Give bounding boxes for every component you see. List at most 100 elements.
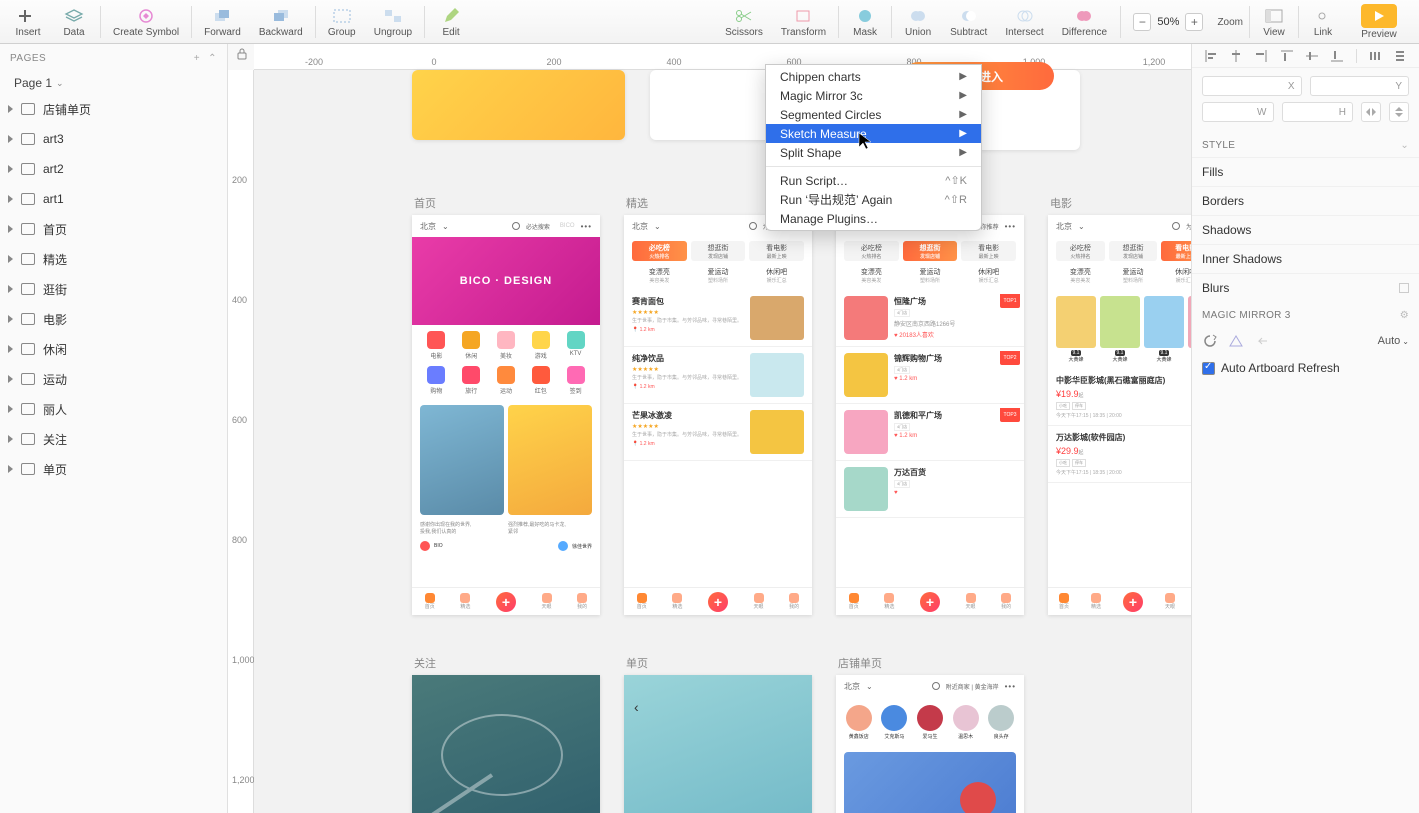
scissors-button[interactable]: Scissors xyxy=(717,2,771,42)
artboard-label[interactable]: 单页 xyxy=(626,655,648,671)
magic-mirror-section: MAGIC MIRROR 3⚙ xyxy=(1192,302,1419,327)
add-page-icon[interactable]: + xyxy=(194,53,200,64)
group-button[interactable]: Group xyxy=(320,2,364,42)
menu-item[interactable]: Split Shape▶ xyxy=(766,143,981,162)
menu-item[interactable]: Sketch Measure▶ xyxy=(766,124,981,143)
layer-item[interactable]: 店铺单页 xyxy=(0,94,227,124)
flip-v-icon[interactable] xyxy=(1389,102,1409,122)
inner-shadows-row[interactable]: Inner Shadows xyxy=(1192,244,1419,273)
x-field[interactable]: X xyxy=(1202,76,1302,96)
menu-item[interactable]: Run Script…^⇧K xyxy=(766,171,981,190)
canvas-area[interactable]: -20002004006008001,0001,200 200400600800… xyxy=(228,44,1191,813)
scissors-icon xyxy=(735,9,753,23)
layer-item[interactable]: 单页 xyxy=(0,454,227,484)
layer-item[interactable]: 精选 xyxy=(0,244,227,274)
view-button[interactable]: View xyxy=(1252,2,1296,42)
artboard-movie[interactable]: 北京⌄为你推荐 必吃榜火热排名想逛街发现店铺看电影最新上映 变漂亮美容美发爱运动… xyxy=(1048,215,1191,615)
layer-item[interactable]: 休闲 xyxy=(0,334,227,364)
artboard-label[interactable]: 关注 xyxy=(414,655,436,671)
layer-item[interactable]: 首页 xyxy=(0,214,227,244)
zoom-in-button[interactable]: + xyxy=(1185,13,1203,31)
plugins-menu: Chippen charts▶Magic Mirror 3c▶Segmented… xyxy=(765,64,982,231)
layer-item[interactable]: 电影 xyxy=(0,304,227,334)
zoom-out-button[interactable]: − xyxy=(1133,13,1151,31)
artboard-shop[interactable]: 北京⌄附近商家 | 黄金海岸••• 黄鑫饭店 艾克斯马 爱马生 温思木 良头存 xyxy=(836,675,1024,813)
view-icon xyxy=(1265,9,1283,23)
align-right-icon[interactable] xyxy=(1254,49,1268,63)
link-button[interactable]: Link xyxy=(1301,2,1345,42)
y-field[interactable]: Y xyxy=(1310,76,1410,96)
symbol-icon xyxy=(137,8,155,24)
collapse-icon[interactable]: ⌃ xyxy=(208,53,217,64)
back-icon[interactable]: ‹ xyxy=(634,699,639,715)
difference-button[interactable]: Difference xyxy=(1054,2,1115,42)
search-icon xyxy=(512,222,520,230)
artboard-label[interactable]: 电影 xyxy=(1050,195,1072,211)
link-icon xyxy=(1315,9,1331,23)
align-top-icon[interactable] xyxy=(1280,49,1294,63)
subtract-button[interactable]: Subtract xyxy=(942,2,995,42)
auto-select[interactable]: Auto⌄ xyxy=(1378,335,1409,347)
menu-item[interactable]: Chippen charts▶ xyxy=(766,67,981,86)
menu-item[interactable]: Segmented Circles▶ xyxy=(766,105,981,124)
page-current[interactable]: Page 1⌄ xyxy=(0,72,227,94)
data-button[interactable]: Data xyxy=(52,2,96,42)
zoom-value: 50% xyxy=(1157,16,1179,28)
hero-card-1 xyxy=(412,70,625,140)
canvas[interactable]: City. 点击进入 首页 精选 逛街 电影 关注 单页 店铺单页 北京⌄必达搜… xyxy=(254,70,1191,813)
preview-button[interactable]: Preview xyxy=(1345,2,1413,42)
menu-item[interactable]: Manage Plugins… xyxy=(766,209,981,228)
layer-item[interactable]: 运动 xyxy=(0,364,227,394)
insert-button[interactable]: Insert xyxy=(6,2,50,42)
menu-item[interactable]: Magic Mirror 3c▶ xyxy=(766,86,981,105)
layer-item[interactable]: 丽人 xyxy=(0,394,227,424)
align-bottom-icon[interactable] xyxy=(1330,49,1344,63)
flip-h-icon[interactable] xyxy=(1361,102,1381,122)
w-field[interactable]: W xyxy=(1202,102,1274,122)
union-icon xyxy=(910,9,926,23)
artboard-focus[interactable]: 张小碗儿 想趣街, 想吃饭, 看电影, 变漂亮, 爱运动 xyxy=(412,675,600,813)
distribute-h-icon[interactable] xyxy=(1368,49,1382,63)
layer-item[interactable]: art3 xyxy=(0,124,227,154)
align-vcenter-icon[interactable] xyxy=(1305,49,1319,63)
auto-refresh-checkbox[interactable]: Auto Artboard Refresh xyxy=(1192,355,1419,381)
fills-row[interactable]: Fills xyxy=(1192,157,1419,186)
layer-item[interactable]: 逛街 xyxy=(0,274,227,304)
blurs-row[interactable]: Blurs xyxy=(1192,273,1419,302)
union-button[interactable]: Union xyxy=(896,2,940,42)
refresh-icon[interactable] xyxy=(1202,333,1218,349)
subtract-icon xyxy=(961,9,977,23)
edit-button[interactable]: Edit xyxy=(429,2,473,42)
ungroup-button[interactable]: Ungroup xyxy=(366,2,420,42)
undo-icon[interactable] xyxy=(1254,333,1270,349)
menu-item[interactable]: Run ‘导出规范’ Again^⇧R xyxy=(766,190,981,209)
mirror-icon[interactable] xyxy=(1228,333,1244,349)
mask-button[interactable]: Mask xyxy=(843,2,887,42)
align-left-icon[interactable] xyxy=(1204,49,1218,63)
pages-header: PAGES +⌃ xyxy=(0,44,227,72)
artboard-label[interactable]: 首页 xyxy=(414,195,436,211)
artboard-single[interactable]: ‹ xyxy=(624,675,812,813)
lock-icon[interactable] xyxy=(236,48,250,62)
artboard-label[interactable]: 店铺单页 xyxy=(838,655,882,671)
layer-item[interactable]: art1 xyxy=(0,184,227,214)
shadows-row[interactable]: Shadows xyxy=(1192,215,1419,244)
artboard-label: 精选 xyxy=(626,195,648,211)
search-icon xyxy=(749,222,757,230)
create-symbol-button[interactable]: Create Symbol xyxy=(105,2,187,42)
artboard-featured[interactable]: 北京⌄为你推荐••• 必吃榜火热排名想逛街发现店铺看电影最新上映 变漂亮美容美发… xyxy=(624,215,812,615)
transform-button[interactable]: Transform xyxy=(773,2,834,42)
align-hcenter-icon[interactable] xyxy=(1229,49,1243,63)
layer-item[interactable]: art2 xyxy=(0,154,227,184)
borders-row[interactable]: Borders xyxy=(1192,186,1419,215)
gear-icon[interactable]: ⚙ xyxy=(1400,310,1409,321)
artboard-street[interactable]: 北京⌄为你推荐••• 必吃榜火热排名想逛街发现店铺看电影最新上映 变漂亮美容美发… xyxy=(836,215,1024,615)
artboard-home[interactable]: 北京⌄必达搜索BICO••• BICO · DESIGN 电影休闲美妆游戏KTV… xyxy=(412,215,600,615)
backward-icon xyxy=(272,9,290,23)
h-field[interactable]: H xyxy=(1282,102,1354,122)
forward-button[interactable]: Forward xyxy=(196,2,249,42)
layer-item[interactable]: 关注 xyxy=(0,424,227,454)
distribute-v-icon[interactable] xyxy=(1393,49,1407,63)
backward-button[interactable]: Backward xyxy=(251,2,311,42)
intersect-button[interactable]: Intersect xyxy=(997,2,1051,42)
